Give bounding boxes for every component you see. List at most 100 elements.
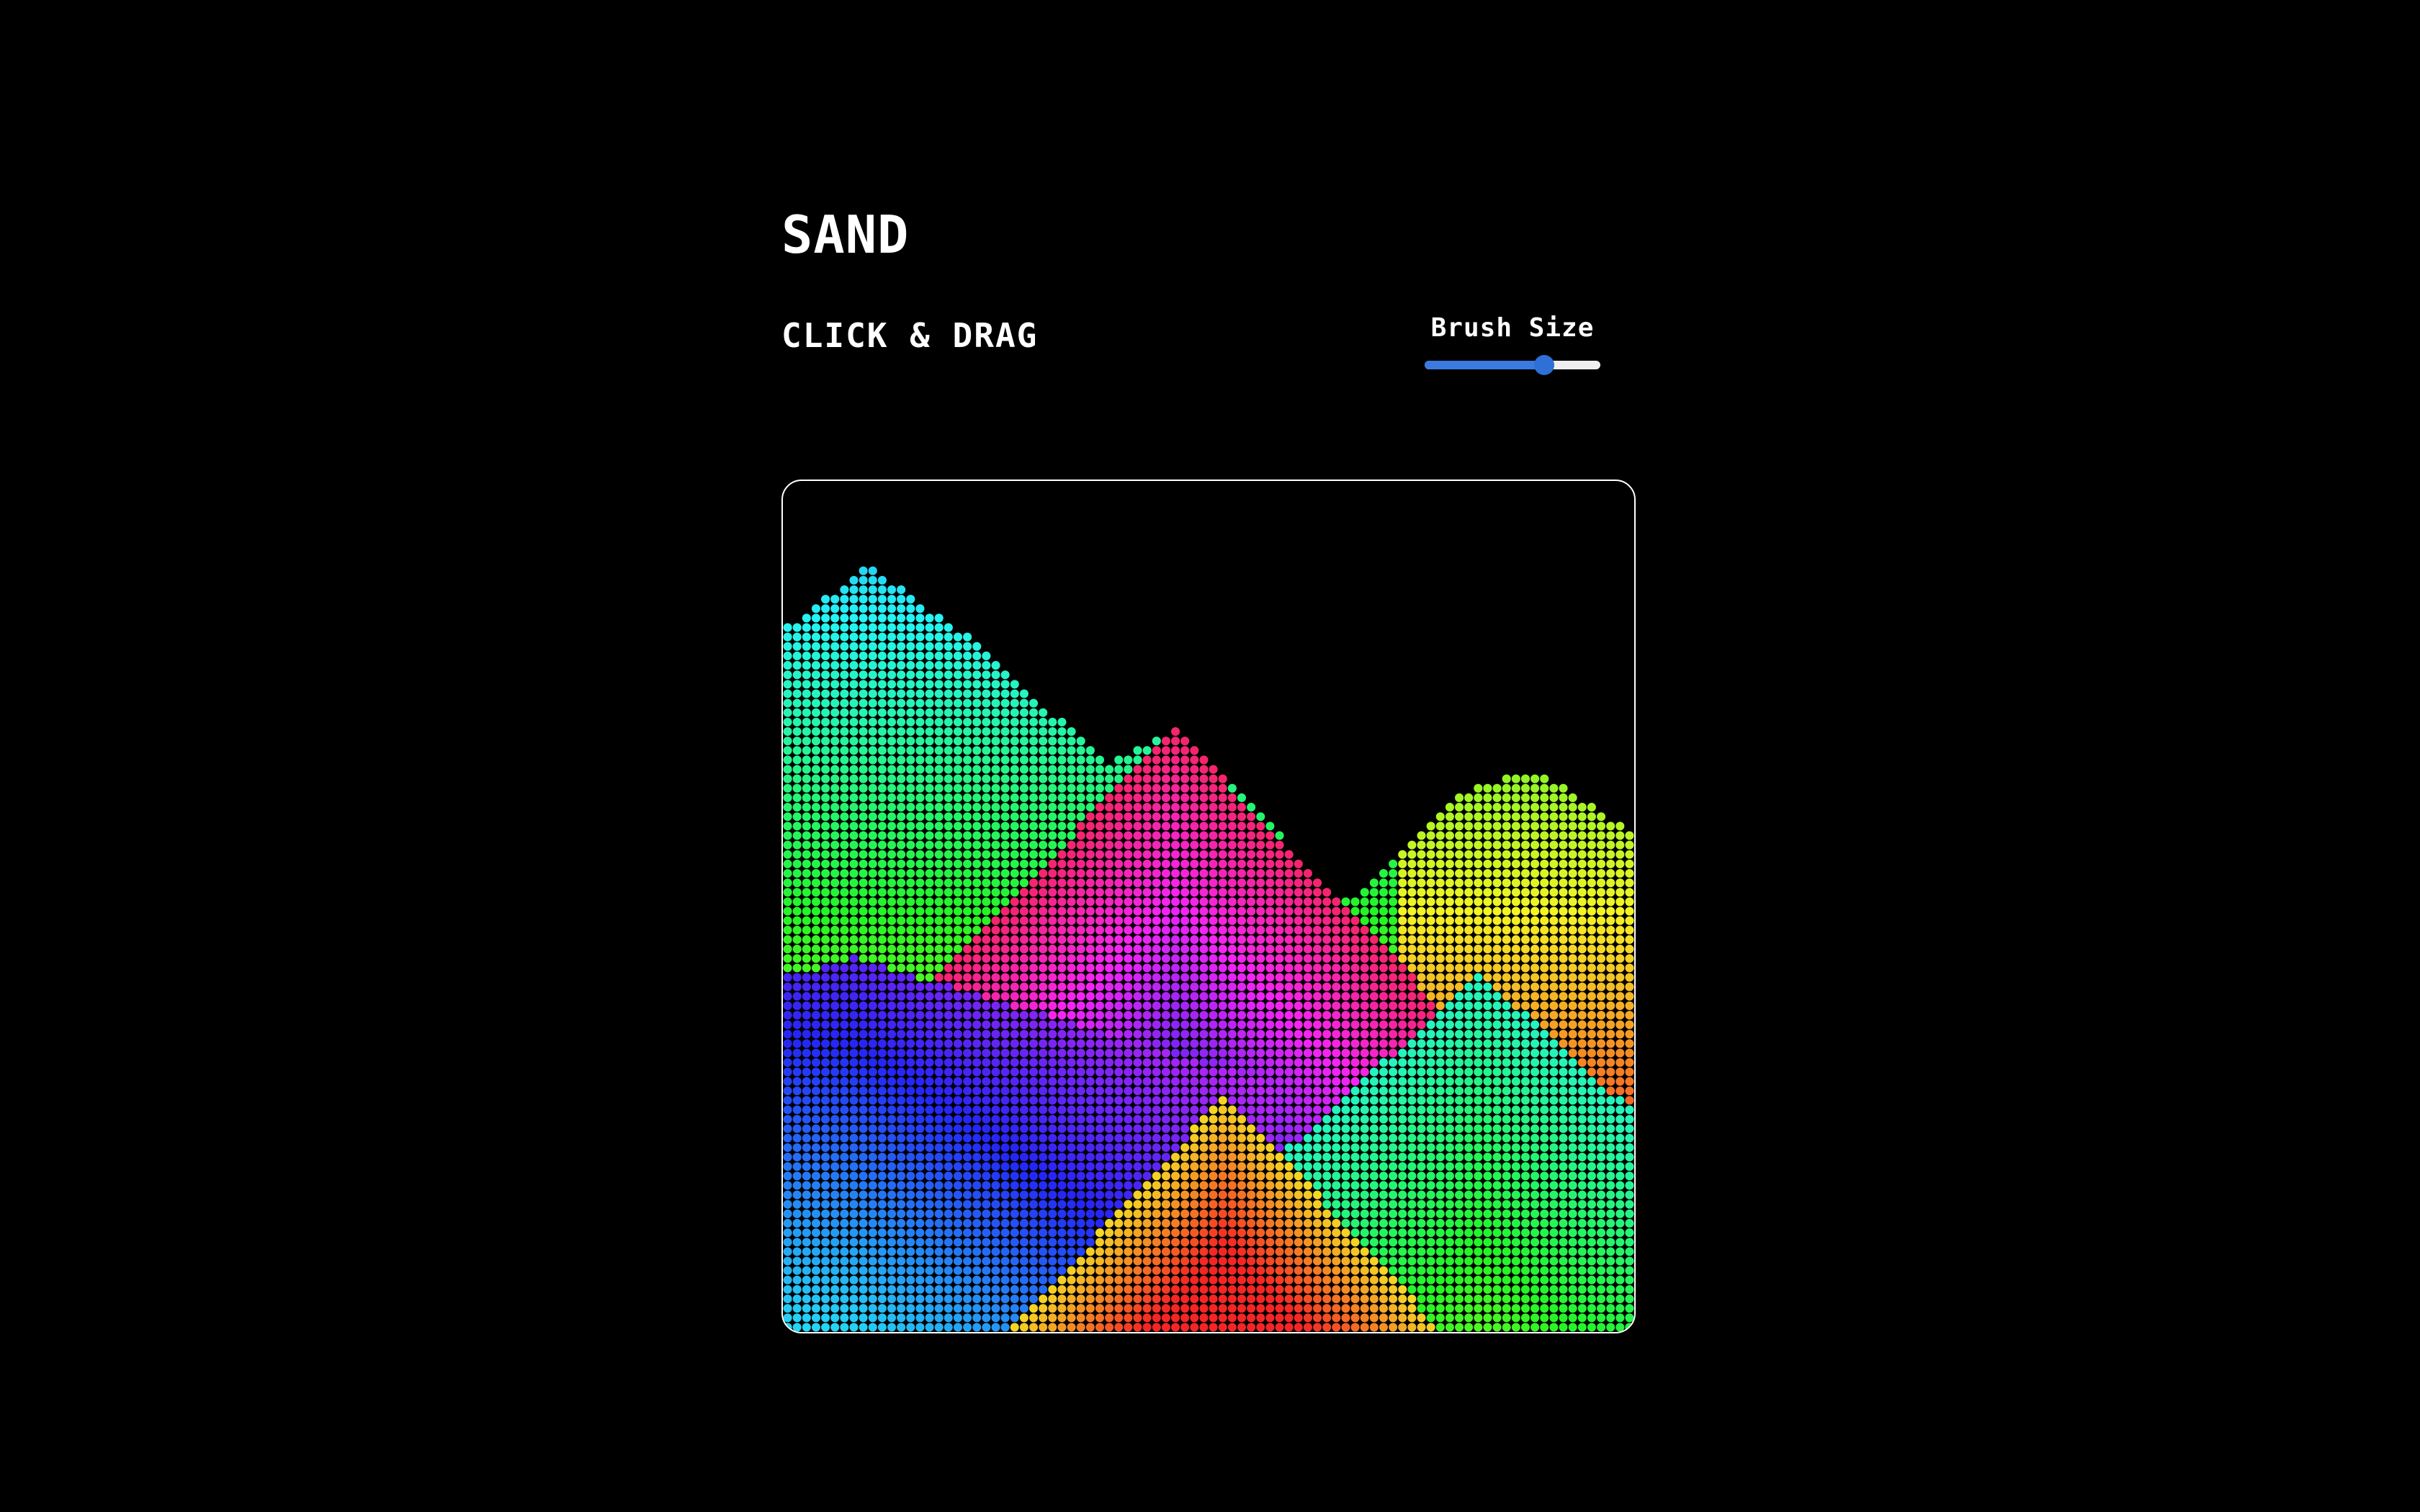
sand-grain	[1360, 1076, 1369, 1086]
sand-canvas[interactable]	[783, 481, 1634, 1332]
sand-grain	[1152, 991, 1161, 1001]
sand-grain	[1000, 1039, 1010, 1048]
sand-grain	[1531, 812, 1540, 822]
sand-grain	[1389, 1048, 1398, 1058]
sand-grain	[887, 1171, 897, 1181]
sand-grain	[1350, 1275, 1360, 1284]
sand-grain	[1294, 935, 1303, 945]
sand-grain	[1389, 1313, 1398, 1323]
sand-grain	[859, 1020, 868, 1030]
sand-grain	[1417, 1323, 1426, 1332]
sand-grain	[1502, 868, 1511, 878]
sand-grain	[1199, 1238, 1209, 1247]
sand-grain	[1275, 1171, 1284, 1181]
brush-size-slider[interactable]	[1419, 350, 1606, 379]
sand-grain	[1379, 1096, 1389, 1105]
sand-grain	[821, 973, 830, 982]
sand-grain	[897, 1124, 906, 1133]
sand-grain	[802, 698, 811, 708]
sand-grain	[925, 1001, 934, 1010]
sand-grain	[953, 822, 963, 831]
sand-grain	[802, 1275, 811, 1284]
sand-grain	[1483, 1304, 1492, 1313]
sand-grain	[877, 689, 887, 698]
sand-grain	[1209, 1039, 1218, 1048]
slider-thumb[interactable]	[1533, 355, 1554, 375]
sand-grain	[1417, 1162, 1426, 1171]
sand-grain	[1341, 1294, 1350, 1304]
sand-grain	[1417, 982, 1426, 991]
sand-grain	[1190, 1067, 1199, 1076]
sand-grain	[859, 604, 868, 613]
sand-grain	[1076, 1030, 1085, 1039]
sand-grain	[1039, 868, 1048, 878]
sand-grain	[1199, 1030, 1209, 1039]
sand-grain	[1369, 1096, 1379, 1105]
sand-grain	[1407, 1266, 1417, 1275]
sand-grain	[1322, 1218, 1332, 1228]
sand-grain	[1407, 1039, 1417, 1048]
sand-grain	[783, 1209, 792, 1218]
sand-grain	[868, 1048, 877, 1058]
sand-grain	[1417, 991, 1426, 1001]
sand-grain	[1161, 916, 1170, 925]
sand-grain	[944, 1256, 953, 1266]
sand-grain	[1265, 859, 1275, 868]
sand-grain	[1010, 1275, 1019, 1284]
sand-grain	[1028, 822, 1039, 831]
sand-grain	[1435, 973, 1445, 982]
sand-grain	[1095, 897, 1105, 906]
sand-grain	[783, 1133, 792, 1143]
sand-grain	[849, 1256, 859, 1266]
sand-grain	[991, 680, 1000, 689]
sand-grain	[1028, 973, 1039, 982]
sand-grain	[1369, 1048, 1379, 1058]
sand-grain	[1161, 1076, 1170, 1086]
sand-grain	[982, 689, 991, 698]
sand-grain	[887, 859, 897, 868]
sand-grain	[1227, 1076, 1237, 1086]
sand-grain	[811, 632, 821, 642]
sand-grain	[1000, 1190, 1010, 1200]
sand-grain	[1124, 1143, 1133, 1152]
sand-grain	[1019, 1001, 1028, 1010]
sand-grain	[1454, 1323, 1464, 1332]
sand-grain	[1190, 1313, 1199, 1323]
sand-grain	[811, 897, 821, 906]
sand-grain	[1332, 1086, 1341, 1096]
sand-grain	[972, 1284, 982, 1294]
sand-grain	[897, 1171, 906, 1181]
sand-grain	[915, 1133, 925, 1143]
sand-grain	[792, 698, 802, 708]
sand-grain	[1114, 783, 1124, 793]
sand-grain	[859, 1115, 868, 1124]
sand-grain	[877, 859, 887, 868]
sand-grain	[1218, 1030, 1227, 1039]
sand-grain	[1190, 1304, 1199, 1313]
sand-grain	[1502, 783, 1511, 793]
sand-grain	[972, 1275, 982, 1284]
sand-grain	[915, 1124, 925, 1133]
sand-grain	[887, 1284, 897, 1294]
sand-grain	[953, 1020, 963, 1030]
sand-grain	[1105, 1143, 1114, 1152]
sand-grain	[1492, 1030, 1502, 1039]
sand-grain	[1010, 737, 1019, 746]
sand-grain	[1492, 1096, 1502, 1105]
sand-grain	[1039, 1256, 1048, 1266]
sand-grain	[1474, 1048, 1483, 1058]
sand-grain	[1369, 1133, 1379, 1143]
sand-grain	[944, 1313, 953, 1323]
sand-grain	[1237, 1124, 1247, 1133]
sand-grain	[877, 755, 887, 765]
sand-grain	[1010, 680, 1019, 689]
sand-grain	[1133, 1096, 1142, 1105]
sand-grain	[868, 604, 877, 613]
sand-grain	[953, 1076, 963, 1086]
sand-grain	[1019, 793, 1028, 803]
sand-grain	[1417, 831, 1426, 840]
sand-grain	[1350, 1323, 1360, 1332]
sand-grain	[1341, 1209, 1350, 1218]
sand-grain	[1407, 1228, 1417, 1238]
sand-grain	[1085, 888, 1095, 897]
